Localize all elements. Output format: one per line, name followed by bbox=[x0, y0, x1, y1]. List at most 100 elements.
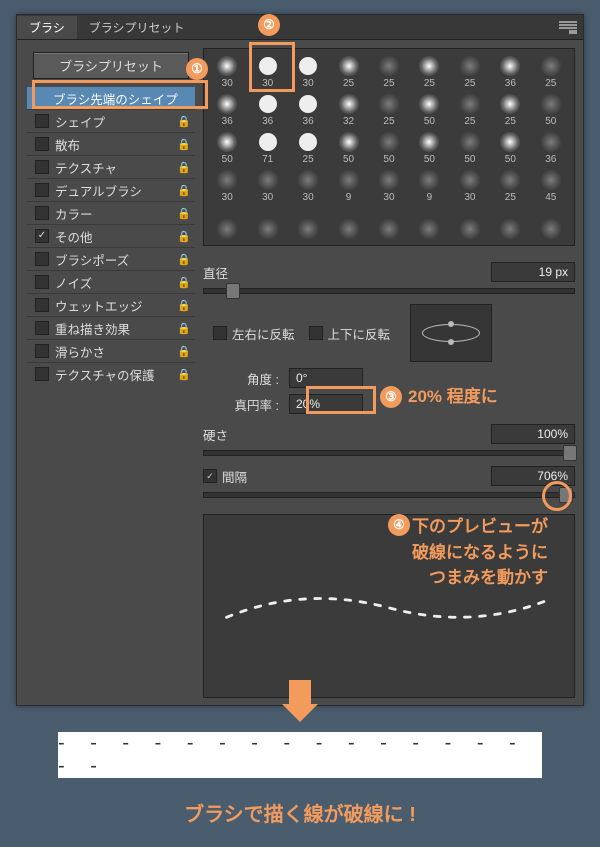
lock-icon: 🔒 bbox=[177, 276, 191, 289]
option-9[interactable]: ウェットエッジ🔒 bbox=[27, 293, 195, 316]
option-1[interactable]: シェイプ🔒 bbox=[27, 109, 195, 132]
brush-tip[interactable]: 25 bbox=[491, 91, 529, 127]
flip-x-checkbox[interactable] bbox=[213, 326, 227, 340]
hardness-label: 硬さ bbox=[203, 425, 238, 444]
option-10[interactable]: 重ね描き効果🔒 bbox=[27, 316, 195, 339]
tab-bar: ブラシ ブラシプリセット bbox=[17, 15, 583, 40]
brush-tip[interactable] bbox=[532, 205, 570, 241]
brush-tip[interactable]: 36 bbox=[208, 91, 246, 127]
option-checkbox[interactable] bbox=[35, 275, 49, 289]
brush-tip[interactable]: 30 bbox=[289, 167, 327, 203]
option-checkbox[interactable] bbox=[35, 206, 49, 220]
option-3[interactable]: テクスチャ🔒 bbox=[27, 155, 195, 178]
brush-tip[interactable]: 9 bbox=[410, 167, 448, 203]
spacing-value[interactable]: 706% bbox=[491, 466, 575, 486]
option-8[interactable]: ノイズ🔒 bbox=[27, 270, 195, 293]
diameter-value[interactable]: 19 px bbox=[491, 262, 575, 282]
brush-tip[interactable] bbox=[329, 205, 367, 241]
brush-tip[interactable] bbox=[491, 205, 529, 241]
brush-tip[interactable] bbox=[208, 205, 246, 241]
flip-y-checkbox[interactable] bbox=[309, 326, 323, 340]
option-checkbox[interactable] bbox=[35, 183, 49, 197]
spacing-checkbox[interactable] bbox=[203, 469, 217, 483]
panel-menu-icon[interactable] bbox=[559, 20, 577, 34]
option-checkbox[interactable] bbox=[35, 252, 49, 266]
brush-tip[interactable]: 50 bbox=[208, 129, 246, 165]
brush-tip[interactable]: 30 bbox=[248, 53, 286, 89]
badge-2: ② bbox=[258, 14, 280, 36]
angle-widget[interactable] bbox=[410, 304, 492, 362]
brush-tip[interactable]: 9 bbox=[329, 167, 367, 203]
brush-tip[interactable]: 30 bbox=[208, 53, 246, 89]
brush-tip[interactable]: 32 bbox=[329, 91, 367, 127]
option-label: デュアルブラシ bbox=[55, 181, 142, 200]
brush-tip[interactable]: 25 bbox=[451, 53, 489, 89]
brush-tip[interactable]: 25 bbox=[370, 91, 408, 127]
option-checkbox[interactable] bbox=[35, 229, 49, 243]
option-checkbox[interactable] bbox=[35, 367, 49, 381]
option-label: 滑らかさ bbox=[55, 342, 105, 361]
tab-brush[interactable]: ブラシ bbox=[17, 16, 77, 39]
brush-tip[interactable]: 25 bbox=[532, 53, 570, 89]
option-6[interactable]: その他🔒 bbox=[27, 224, 195, 247]
option-label: 重ね描き効果 bbox=[55, 319, 130, 338]
roundness-value[interactable]: 20% bbox=[289, 394, 363, 414]
brush-tip[interactable] bbox=[451, 205, 489, 241]
brush-tip[interactable]: 50 bbox=[370, 129, 408, 165]
option-checkbox[interactable] bbox=[35, 344, 49, 358]
option-4[interactable]: デュアルブラシ🔒 bbox=[27, 178, 195, 201]
brush-tip[interactable]: 50 bbox=[451, 129, 489, 165]
brush-tip[interactable]: 30 bbox=[451, 167, 489, 203]
option-checkbox[interactable] bbox=[35, 137, 49, 151]
brush-tip[interactable]: 50 bbox=[410, 129, 448, 165]
option-checkbox[interactable] bbox=[35, 321, 49, 335]
option-12[interactable]: テクスチャの保護🔒 bbox=[27, 362, 195, 385]
option-5[interactable]: カラー🔒 bbox=[27, 201, 195, 224]
hardness-slider[interactable] bbox=[203, 450, 575, 456]
brush-tip-grid[interactable]: 3030302525252536253636363225502525505071… bbox=[203, 48, 575, 246]
brush-tip[interactable]: 25 bbox=[289, 129, 327, 165]
option-label: カラー bbox=[55, 204, 93, 223]
brush-tip[interactable]: 25 bbox=[491, 167, 529, 203]
brush-tip[interactable]: 36 bbox=[491, 53, 529, 89]
brush-tip[interactable]: 36 bbox=[532, 129, 570, 165]
brush-tip[interactable]: 36 bbox=[248, 91, 286, 127]
lock-icon: 🔒 bbox=[177, 368, 191, 381]
option-7[interactable]: ブラシポーズ🔒 bbox=[27, 247, 195, 270]
brush-tip[interactable]: 25 bbox=[410, 53, 448, 89]
option-2[interactable]: 散布🔒 bbox=[27, 132, 195, 155]
brush-tip[interactable]: 30 bbox=[248, 167, 286, 203]
brush-tip[interactable] bbox=[410, 205, 448, 241]
option-11[interactable]: 滑らかさ🔒 bbox=[27, 339, 195, 362]
option-checkbox[interactable] bbox=[35, 114, 49, 128]
brush-tip[interactable] bbox=[248, 205, 286, 241]
brush-tip[interactable]: 50 bbox=[491, 129, 529, 165]
hardness-value[interactable]: 100% bbox=[491, 424, 575, 444]
brush-tip[interactable]: 30 bbox=[208, 167, 246, 203]
option-label: その他 bbox=[55, 227, 93, 246]
badge-4: ④ bbox=[388, 514, 410, 536]
brush-tip[interactable]: 36 bbox=[289, 91, 327, 127]
diameter-slider[interactable] bbox=[203, 288, 575, 294]
angle-value[interactable]: 0° bbox=[289, 368, 363, 388]
brush-tip[interactable] bbox=[370, 205, 408, 241]
brush-tip[interactable]: 30 bbox=[289, 53, 327, 89]
preset-button[interactable]: ブラシプリセット bbox=[33, 52, 189, 79]
brush-tip[interactable]: 50 bbox=[329, 129, 367, 165]
tab-brush-preset[interactable]: ブラシプリセット bbox=[77, 16, 197, 39]
option-checkbox[interactable] bbox=[35, 160, 49, 174]
brush-tip[interactable]: 30 bbox=[370, 167, 408, 203]
brush-tip[interactable]: 45 bbox=[532, 167, 570, 203]
brush-tip[interactable]: 25 bbox=[370, 53, 408, 89]
option-checkbox[interactable] bbox=[35, 298, 49, 312]
brush-tip[interactable]: 25 bbox=[329, 53, 367, 89]
diameter-label: 直径 bbox=[203, 263, 228, 282]
option-label: シェイプ bbox=[55, 112, 105, 131]
brush-tip[interactable]: 71 bbox=[248, 129, 286, 165]
brush-tip[interactable]: 50 bbox=[532, 91, 570, 127]
brush-tip[interactable]: 50 bbox=[410, 91, 448, 127]
brush-tip[interactable]: 25 bbox=[451, 91, 489, 127]
option-0[interactable]: ブラシ先端のシェイプ bbox=[27, 87, 195, 109]
spacing-slider[interactable] bbox=[203, 492, 575, 498]
brush-tip[interactable] bbox=[289, 205, 327, 241]
